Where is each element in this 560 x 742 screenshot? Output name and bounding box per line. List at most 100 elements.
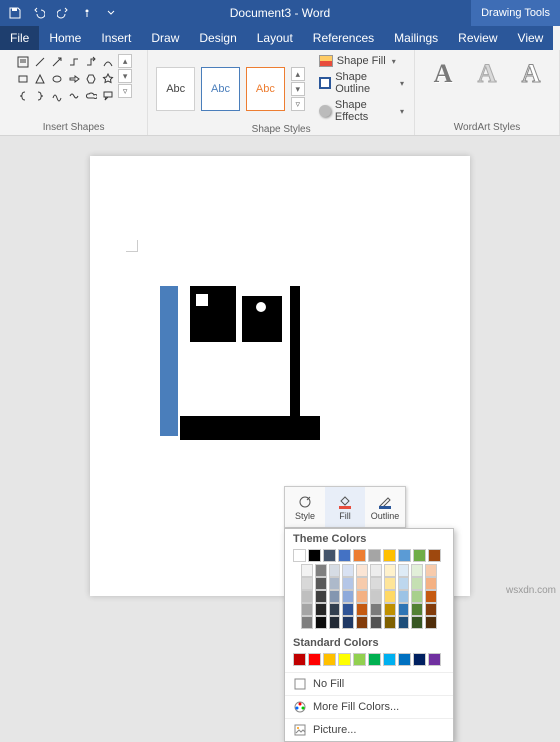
shape-outline-button[interactable]: Shape Outline▾ (317, 70, 406, 96)
tab-format[interactable]: Format (553, 26, 560, 50)
shape-elbow[interactable] (66, 54, 82, 70)
color-swatch[interactable] (356, 616, 368, 629)
shape-callout[interactable] (100, 88, 116, 104)
color-swatch[interactable] (370, 603, 382, 616)
shape-curve[interactable] (100, 54, 116, 70)
color-swatch[interactable] (342, 616, 354, 629)
color-swatch[interactable] (428, 549, 441, 562)
color-swatch[interactable] (315, 590, 327, 603)
gallery-more-button[interactable]: ▿ (118, 84, 132, 98)
color-swatch[interactable] (308, 549, 321, 562)
color-swatch[interactable] (384, 616, 396, 629)
shape-style-preset-2[interactable]: Abc (201, 67, 240, 111)
shape-triangle[interactable] (32, 71, 48, 87)
color-swatch[interactable] (384, 564, 396, 577)
shape-blue-rect[interactable] (160, 286, 178, 436)
color-swatch[interactable] (425, 564, 437, 577)
picture-fill-item[interactable]: Picture... (285, 718, 453, 741)
tab-layout[interactable]: Layout (247, 26, 303, 50)
color-swatch[interactable] (398, 603, 410, 616)
gallery-down-button[interactable]: ▾ (118, 69, 132, 83)
tab-file[interactable]: File (0, 26, 39, 50)
tab-home[interactable]: Home (39, 26, 91, 50)
color-swatch[interactable] (338, 653, 351, 666)
color-swatch[interactable] (329, 577, 341, 590)
color-swatch[interactable] (384, 590, 396, 603)
color-swatch[interactable] (308, 653, 321, 666)
color-swatch[interactable] (342, 577, 354, 590)
shape-line[interactable] (32, 54, 48, 70)
wordart-preset-3[interactable]: A (511, 54, 551, 94)
color-swatch[interactable] (370, 616, 382, 629)
color-swatch[interactable] (411, 616, 423, 629)
shape-hexagon[interactable] (83, 71, 99, 87)
color-swatch[interactable] (411, 577, 423, 590)
color-swatch[interactable] (301, 616, 313, 629)
color-swatch[interactable] (411, 564, 423, 577)
more-fill-colors-item[interactable]: More Fill Colors... (285, 695, 453, 718)
color-swatch[interactable] (301, 577, 313, 590)
shape-black-bar[interactable] (290, 286, 300, 416)
tab-draw[interactable]: Draw (141, 26, 189, 50)
style-down-button[interactable]: ▾ (291, 82, 305, 96)
color-swatch[interactable] (293, 549, 306, 562)
color-swatch[interactable] (356, 590, 368, 603)
color-swatch[interactable] (425, 616, 437, 629)
color-swatch[interactable] (398, 549, 411, 562)
tab-review[interactable]: Review (448, 26, 507, 50)
shape-freeform[interactable] (49, 88, 65, 104)
color-swatch[interactable] (301, 564, 313, 577)
shape-textbox[interactable] (15, 54, 31, 70)
shape-arrow-right[interactable] (66, 71, 82, 87)
color-swatch[interactable] (370, 577, 382, 590)
color-swatch[interactable] (398, 616, 410, 629)
color-swatch[interactable] (301, 603, 313, 616)
color-swatch[interactable] (301, 590, 313, 603)
color-swatch[interactable] (356, 603, 368, 616)
shapes-gallery-scroll[interactable]: ▴ ▾ ▿ (118, 54, 132, 98)
wordart-preset-2[interactable]: A (467, 54, 507, 94)
color-swatch[interactable] (293, 653, 306, 666)
color-swatch[interactable] (342, 590, 354, 603)
color-swatch[interactable] (398, 653, 411, 666)
shape-elbow-arrow[interactable] (83, 54, 99, 70)
mini-outline-button[interactable]: Outline (365, 487, 405, 527)
touch-mode-button[interactable] (78, 4, 96, 22)
color-swatch[interactable] (383, 549, 396, 562)
shape-fill-button[interactable]: Shape Fill▾ (317, 54, 406, 68)
color-swatch[interactable] (370, 564, 382, 577)
color-swatch[interactable] (338, 549, 351, 562)
shape-line-arrow[interactable] (49, 54, 65, 70)
drawing-canvas[interactable] (160, 286, 360, 466)
color-swatch[interactable] (384, 577, 396, 590)
shape-black-rect-2[interactable] (242, 296, 282, 342)
color-swatch[interactable] (342, 603, 354, 616)
save-button[interactable] (6, 4, 24, 22)
no-fill-item[interactable]: No Fill (285, 672, 453, 695)
shape-style-preset-3[interactable]: Abc (246, 67, 285, 111)
shape-oval[interactable] (49, 71, 65, 87)
color-swatch[interactable] (329, 603, 341, 616)
color-swatch[interactable] (425, 603, 437, 616)
gallery-up-button[interactable]: ▴ (118, 54, 132, 68)
tab-insert[interactable]: Insert (91, 26, 141, 50)
color-swatch[interactable] (398, 564, 410, 577)
color-swatch[interactable] (411, 603, 423, 616)
color-swatch[interactable] (425, 590, 437, 603)
shape-scribble[interactable] (66, 88, 82, 104)
color-swatch[interactable] (329, 616, 341, 629)
color-swatch[interactable] (384, 603, 396, 616)
shape-star[interactable] (100, 71, 116, 87)
tab-design[interactable]: Design (189, 26, 246, 50)
tab-mailings[interactable]: Mailings (384, 26, 448, 50)
color-swatch[interactable] (323, 653, 336, 666)
color-swatch[interactable] (428, 653, 441, 666)
shape-lbrace[interactable] (15, 88, 31, 104)
color-swatch[interactable] (413, 549, 426, 562)
color-swatch[interactable] (411, 590, 423, 603)
shapes-gallery[interactable] (15, 54, 116, 104)
color-swatch[interactable] (356, 564, 368, 577)
tab-references[interactable]: References (303, 26, 384, 50)
style-more-button[interactable]: ▿ (291, 97, 305, 111)
shape-rbrace[interactable] (32, 88, 48, 104)
